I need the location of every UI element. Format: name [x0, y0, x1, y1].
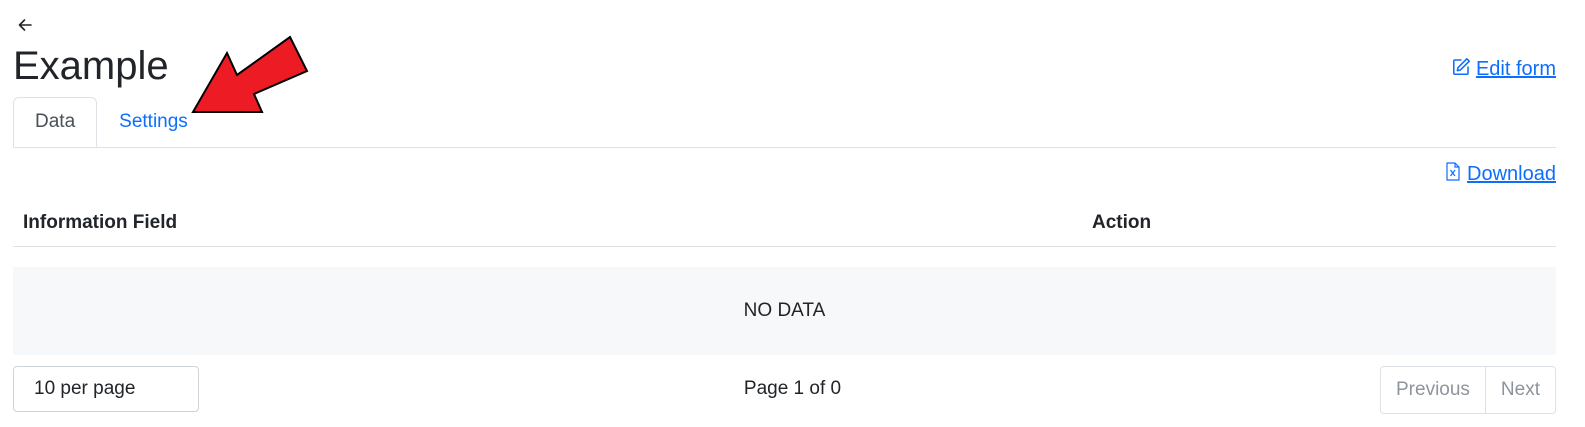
tab-data[interactable]: Data	[13, 97, 98, 147]
edit-form-label: Edit form	[1475, 58, 1556, 80]
annotation-arrow-icon	[191, 35, 309, 113]
empty-state: NO DATA	[13, 267, 1556, 355]
table-header: Information Field Action	[13, 200, 1556, 247]
pager: Previous Next	[1380, 366, 1556, 414]
column-header-information-field: Information Field	[23, 212, 178, 233]
page-title: Example	[13, 44, 169, 88]
excel-file-icon	[1445, 162, 1461, 187]
page-info: Page 1 of 0	[743, 378, 842, 399]
download-link[interactable]: Download	[1445, 162, 1556, 187]
previous-button[interactable]: Previous	[1381, 367, 1485, 413]
edit-icon	[1452, 57, 1471, 82]
empty-state-text: NO DATA	[743, 300, 826, 321]
edit-form-link[interactable]: Edit form	[1452, 57, 1556, 82]
next-button[interactable]: Next	[1484, 367, 1555, 413]
column-header-action: Action	[1092, 212, 1152, 233]
back-button[interactable]	[14, 16, 36, 38]
arrow-left-icon	[17, 17, 33, 38]
download-label: Download	[1467, 163, 1556, 185]
